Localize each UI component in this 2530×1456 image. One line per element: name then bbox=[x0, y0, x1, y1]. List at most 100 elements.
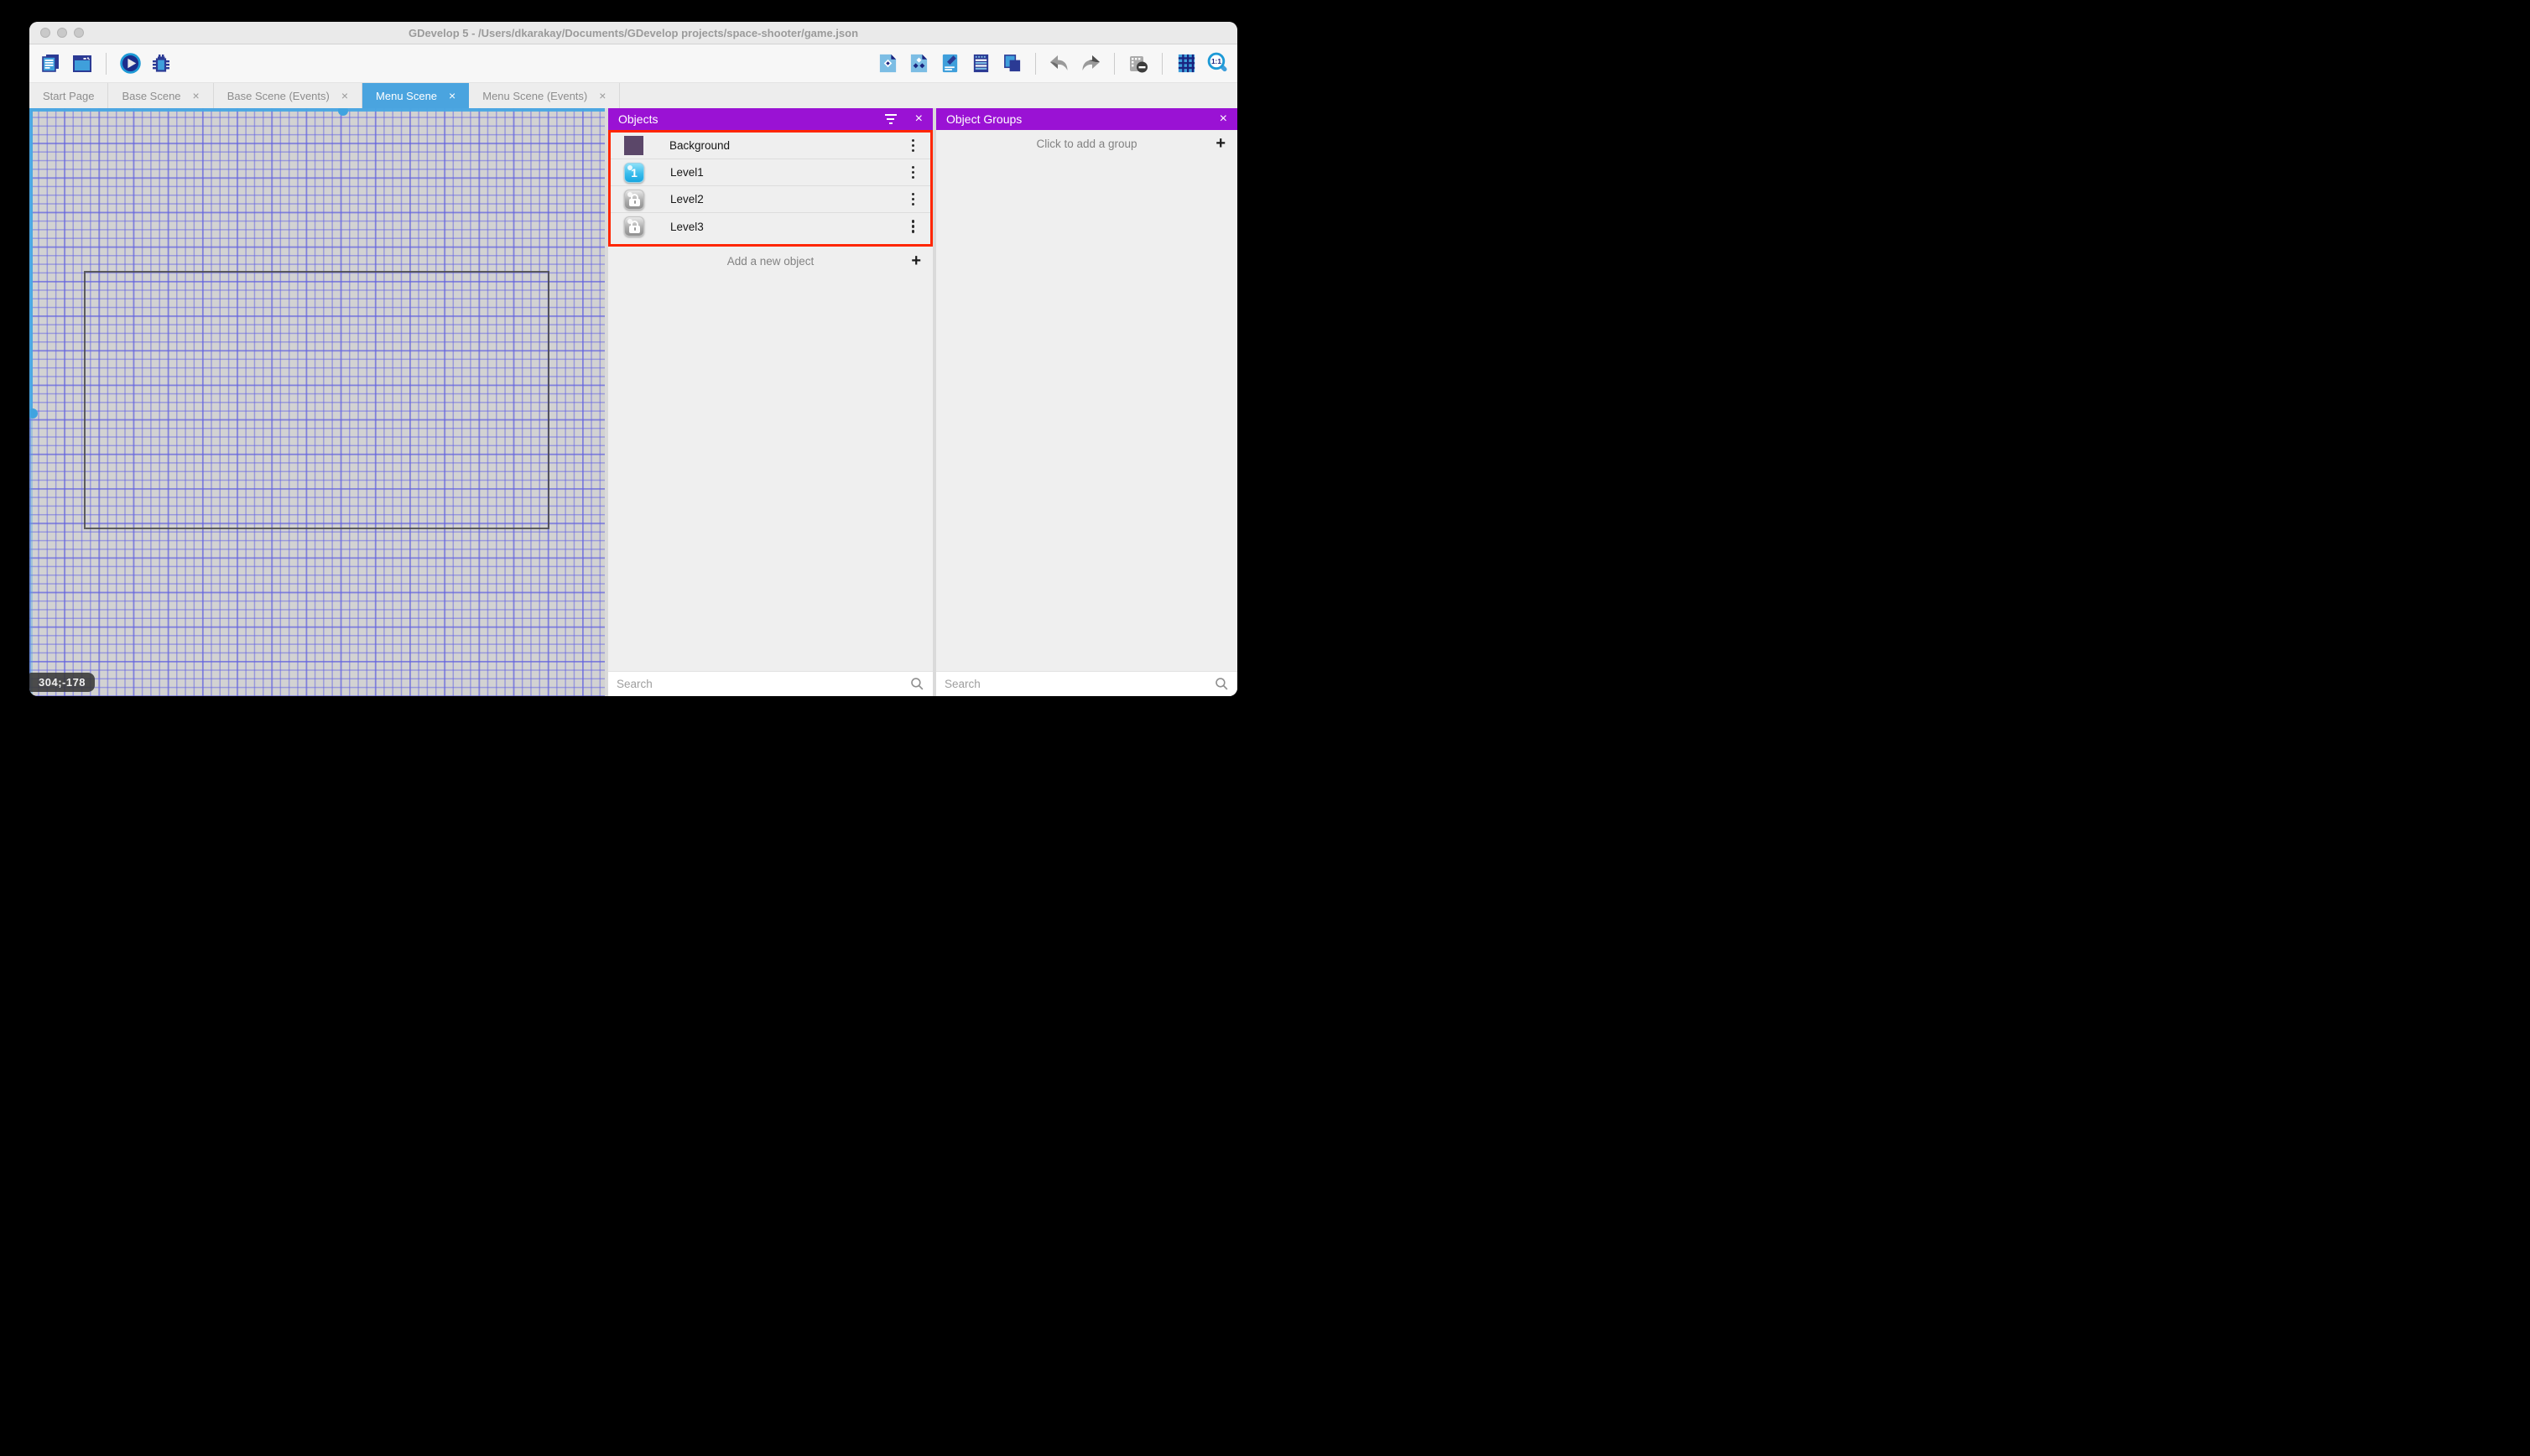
object-groups-panel-header: Object Groups × bbox=[936, 108, 1237, 130]
redo-icon bbox=[1082, 55, 1100, 70]
objects-list-highlight: Background 1 Level1 Level2 Level3 bbox=[608, 130, 933, 247]
tab-menu-scene[interactable]: Menu Scene × bbox=[362, 83, 470, 108]
plus-icon[interactable]: + bbox=[1216, 135, 1226, 152]
object-name: Level2 bbox=[670, 193, 704, 205]
scene-window-icon bbox=[73, 55, 91, 72]
groups-search-bar bbox=[936, 671, 1237, 696]
window-mask-icon bbox=[1130, 55, 1148, 72]
open-instances-list-button[interactable] bbox=[969, 52, 992, 75]
grid-icon bbox=[1178, 54, 1195, 73]
object-name: Level3 bbox=[670, 220, 704, 233]
close-tab-icon[interactable]: × bbox=[341, 89, 348, 102]
object-name: Background bbox=[669, 139, 731, 152]
content-area: 304;-178 Objects × Background 1 Level1 L… bbox=[29, 108, 1237, 696]
horizontal-scrollbar-thumb[interactable] bbox=[338, 108, 348, 116]
close-objects-panel-icon[interactable]: × bbox=[915, 112, 923, 126]
objects-panel-title: Objects bbox=[618, 112, 659, 126]
objects-editor-icon bbox=[879, 54, 896, 73]
tab-label: Menu Scene (Events) bbox=[482, 89, 588, 102]
screenshot-background: GDevelop 5 - /Users/dkarakay/Documents/G… bbox=[0, 0, 1265, 728]
canvas-horizontal-scrollbar[interactable] bbox=[29, 108, 605, 116]
scene-window-button[interactable] bbox=[70, 52, 94, 75]
tab-label: Base Scene bbox=[122, 89, 181, 102]
tab-base-scene-events[interactable]: Base Scene (Events) × bbox=[214, 83, 363, 108]
add-new-object-label: Add a new object bbox=[726, 254, 815, 268]
search-icon bbox=[911, 678, 924, 690]
vertical-scrollbar-track-filled bbox=[29, 108, 33, 413]
close-object-groups-panel-icon[interactable]: × bbox=[1220, 112, 1227, 126]
instances-list-icon bbox=[973, 54, 988, 73]
toggle-object-groups-editor-button[interactable] bbox=[907, 52, 930, 75]
filter-icon[interactable] bbox=[884, 114, 897, 124]
undo-icon bbox=[1050, 55, 1068, 70]
objects-panel: Objects × Background 1 Level1 Level2 Lev… bbox=[608, 108, 933, 696]
objects-search-input[interactable] bbox=[617, 678, 910, 690]
object-row-level1[interactable]: 1 Level1 bbox=[611, 159, 930, 186]
preview-play-button[interactable] bbox=[118, 52, 142, 75]
groups-search-input[interactable] bbox=[945, 678, 1215, 690]
project-manager-button[interactable] bbox=[39, 52, 63, 75]
objects-panel-empty-area bbox=[608, 275, 933, 671]
close-tab-icon[interactable]: × bbox=[193, 89, 200, 102]
object-row-level3[interactable]: Level3 bbox=[611, 213, 930, 240]
add-new-object-button[interactable]: Add a new object + bbox=[608, 247, 933, 275]
object-menu-kebab-icon[interactable] bbox=[910, 138, 917, 154]
gdevelop-window: GDevelop 5 - /Users/dkarakay/Documents/G… bbox=[29, 22, 1237, 696]
objects-search-bar bbox=[608, 671, 933, 696]
zoom-original-button[interactable]: 1:1 bbox=[1205, 52, 1229, 75]
properties-icon bbox=[942, 54, 957, 73]
toggle-objects-editor-button[interactable] bbox=[876, 52, 899, 75]
tab-menu-scene-events[interactable]: Menu Scene (Events) × bbox=[469, 83, 621, 108]
object-row-level2[interactable]: Level2 bbox=[611, 186, 930, 213]
level3-locked-thumbnail-icon bbox=[624, 216, 644, 237]
canvas-vertical-scrollbar[interactable] bbox=[29, 108, 38, 696]
editor-tabbar: Start Page Base Scene × Base Scene (Even… bbox=[29, 82, 1237, 108]
open-properties-button[interactable] bbox=[938, 52, 961, 75]
object-groups-panel: Object Groups × Click to add a group + bbox=[936, 108, 1237, 696]
tab-start-page[interactable]: Start Page bbox=[29, 83, 109, 108]
object-name: Level1 bbox=[670, 166, 704, 179]
undo-button[interactable] bbox=[1048, 52, 1071, 75]
window-title: GDevelop 5 - /Users/dkarakay/Documents/G… bbox=[408, 27, 859, 39]
toggle-window-mask-button[interactable] bbox=[1127, 52, 1150, 75]
tab-label: Start Page bbox=[43, 89, 95, 102]
object-groups-empty-area bbox=[936, 157, 1237, 671]
debug-button[interactable] bbox=[149, 52, 173, 75]
add-group-label: Click to add a group bbox=[1036, 137, 1137, 150]
toolbar-divider bbox=[106, 52, 107, 75]
objects-panel-header: Objects × bbox=[608, 108, 933, 130]
plus-icon[interactable]: + bbox=[911, 252, 921, 269]
object-menu-kebab-icon[interactable] bbox=[910, 191, 917, 208]
main-toolbar: 1:1 bbox=[29, 44, 1237, 82]
toggle-grid-button[interactable] bbox=[1174, 52, 1198, 75]
object-menu-kebab-icon[interactable] bbox=[910, 218, 917, 235]
search-icon bbox=[1216, 678, 1228, 690]
level1-thumbnail-icon: 1 bbox=[624, 162, 644, 183]
redo-button[interactable] bbox=[1079, 52, 1102, 75]
zoom-1-1-icon: 1:1 bbox=[1207, 52, 1227, 72]
debug-icon bbox=[153, 54, 169, 72]
toolbar-divider bbox=[1114, 52, 1115, 75]
close-tab-icon[interactable]: × bbox=[449, 89, 456, 102]
object-groups-editor-icon bbox=[910, 54, 927, 73]
object-menu-kebab-icon[interactable] bbox=[910, 164, 917, 181]
add-group-button[interactable]: Click to add a group + bbox=[936, 130, 1237, 157]
preview-play-icon bbox=[119, 53, 141, 74]
level2-locked-thumbnail-icon bbox=[624, 189, 644, 210]
toolbar-divider bbox=[1035, 52, 1036, 75]
vertical-scrollbar-thumb[interactable] bbox=[29, 408, 38, 419]
titlebar: GDevelop 5 - /Users/dkarakay/Documents/G… bbox=[29, 22, 1237, 44]
game-window-border bbox=[84, 271, 549, 529]
toolbar-divider bbox=[1162, 52, 1163, 75]
layers-icon bbox=[1003, 55, 1020, 72]
tab-label: Menu Scene bbox=[376, 89, 438, 102]
background-thumbnail-icon bbox=[624, 136, 643, 155]
scene-canvas[interactable]: 304;-178 bbox=[29, 108, 605, 696]
tab-label: Base Scene (Events) bbox=[226, 89, 330, 102]
object-groups-panel-title: Object Groups bbox=[946, 112, 1023, 126]
close-tab-icon[interactable]: × bbox=[599, 89, 606, 102]
tab-base-scene[interactable]: Base Scene × bbox=[108, 83, 214, 108]
object-row-background[interactable]: Background bbox=[611, 133, 930, 159]
open-layers-button[interactable] bbox=[1000, 52, 1023, 75]
cursor-coordinates-badge: 304;-178 bbox=[29, 673, 96, 692]
